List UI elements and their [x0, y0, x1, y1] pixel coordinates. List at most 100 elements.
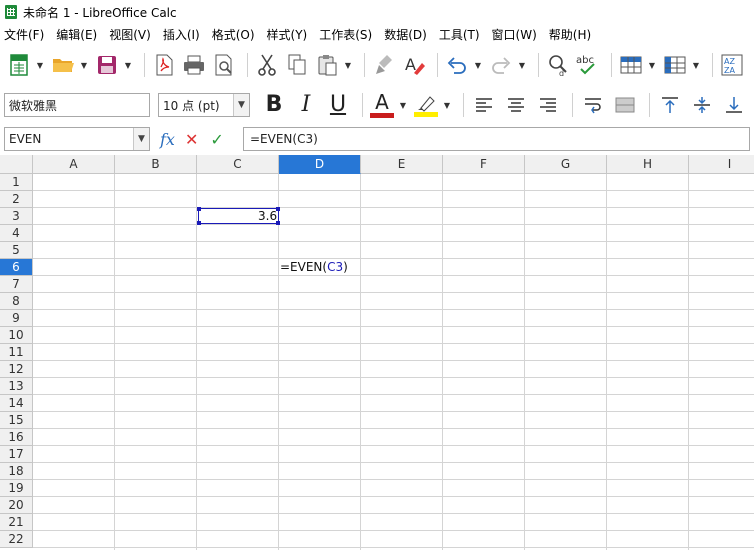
- clear-formatting-icon[interactable]: A: [401, 52, 427, 78]
- row-header-17[interactable]: 17: [0, 446, 33, 463]
- row-header-12[interactable]: 12: [0, 361, 33, 378]
- font-color-dropdown-arrow[interactable]: ▼: [399, 92, 407, 118]
- open-folder-icon[interactable]: [50, 52, 76, 78]
- row-header-10[interactable]: 10: [0, 327, 33, 344]
- font-color-button[interactable]: A: [369, 92, 395, 118]
- row-header-21[interactable]: 21: [0, 514, 33, 531]
- column-header-b[interactable]: B: [115, 155, 197, 174]
- row-header-15[interactable]: 15: [0, 412, 33, 429]
- column-icon[interactable]: [662, 52, 688, 78]
- row-header-11[interactable]: 11: [0, 344, 33, 361]
- column-header-e[interactable]: E: [361, 155, 443, 174]
- row-header-22[interactable]: 22: [0, 531, 33, 548]
- save-dropdown-arrow[interactable]: ▼: [124, 52, 132, 78]
- paste-dropdown-arrow[interactable]: ▼: [344, 52, 352, 78]
- row-header-6[interactable]: 6: [0, 259, 33, 276]
- redo-icon[interactable]: [488, 52, 514, 78]
- column-header-h[interactable]: H: [607, 155, 689, 174]
- spellcheck-icon[interactable]: abc: [575, 52, 601, 78]
- highlight-button[interactable]: [413, 92, 439, 118]
- reference-handle[interactable]: [197, 207, 201, 211]
- export-pdf-icon[interactable]: [151, 52, 177, 78]
- cut-icon[interactable]: [254, 52, 280, 78]
- italic-button[interactable]: I: [292, 92, 320, 118]
- column-header-g[interactable]: G: [525, 155, 607, 174]
- row-header-7[interactable]: 7: [0, 276, 33, 293]
- new-spreadsheet-icon[interactable]: [6, 52, 32, 78]
- column-header-d[interactable]: D: [279, 155, 361, 174]
- row-header-20[interactable]: 20: [0, 497, 33, 514]
- row-header-19[interactable]: 19: [0, 480, 33, 497]
- cell-d6-editor[interactable]: =EVEN(C3): [279, 259, 348, 275]
- menu-data[interactable]: 数据(D): [384, 26, 427, 43]
- menu-view[interactable]: 视图(V): [109, 26, 151, 43]
- align-right-button[interactable]: [534, 92, 562, 118]
- row-header-5[interactable]: 5: [0, 242, 33, 259]
- row-header-4[interactable]: 4: [0, 225, 33, 242]
- align-bottom-button[interactable]: [720, 92, 748, 118]
- paste-icon[interactable]: [314, 52, 340, 78]
- row-icon[interactable]: [618, 52, 644, 78]
- row-header-18[interactable]: 18: [0, 463, 33, 480]
- find-replace-icon[interactable]: d: [545, 52, 571, 78]
- print-preview-icon[interactable]: [211, 52, 237, 78]
- center-vertically-button[interactable]: [688, 92, 716, 118]
- menu-format[interactable]: 格式(O): [212, 26, 255, 43]
- menu-edit[interactable]: 编辑(E): [56, 26, 97, 43]
- column-header-a[interactable]: A: [33, 155, 115, 174]
- name-box[interactable]: EVEN ▼: [4, 127, 150, 151]
- row-header-14[interactable]: 14: [0, 395, 33, 412]
- standard-toolbar: ▼ ▼ ▼ ▼ A ▼ ▼ d abc ▼ ▼ AZ ZA: [0, 46, 754, 84]
- column-dropdown-arrow[interactable]: ▼: [692, 52, 700, 78]
- row-header-8[interactable]: 8: [0, 293, 33, 310]
- menu-file[interactable]: 文件(F): [4, 26, 44, 43]
- align-center-button[interactable]: [502, 92, 530, 118]
- bold-button[interactable]: B: [260, 92, 288, 118]
- row-header-16[interactable]: 16: [0, 429, 33, 446]
- name-box-dropdown-arrow[interactable]: ▼: [133, 128, 149, 150]
- save-icon[interactable]: [94, 52, 120, 78]
- open-dropdown-arrow[interactable]: ▼: [80, 52, 88, 78]
- wrap-text-button[interactable]: [579, 92, 607, 118]
- row-header-9[interactable]: 9: [0, 310, 33, 327]
- row-dropdown-arrow[interactable]: ▼: [648, 52, 656, 78]
- cell-area[interactable]: [33, 174, 754, 550]
- menu-window[interactable]: 窗口(W): [492, 26, 537, 43]
- print-icon[interactable]: [181, 52, 207, 78]
- row-header-1[interactable]: 1: [0, 174, 33, 191]
- menu-tools[interactable]: 工具(T): [439, 26, 480, 43]
- clone-formatting-icon[interactable]: [371, 52, 397, 78]
- align-left-button[interactable]: [470, 92, 498, 118]
- function-wizard-icon[interactable]: fx: [160, 130, 175, 149]
- merge-cells-button[interactable]: [611, 92, 639, 118]
- row-header-2[interactable]: 2: [0, 191, 33, 208]
- highlight-dropdown-arrow[interactable]: ▼: [443, 92, 451, 118]
- row-header-13[interactable]: 13: [0, 378, 33, 395]
- formula-input[interactable]: =EVEN(C3): [243, 127, 750, 151]
- font-name-combo[interactable]: 微软雅黑: [4, 93, 150, 117]
- copy-icon[interactable]: [284, 52, 310, 78]
- menu-sheet[interactable]: 工作表(S): [319, 26, 372, 43]
- select-all-corner[interactable]: [0, 155, 33, 174]
- column-header-c[interactable]: C: [197, 155, 279, 174]
- row-header-3[interactable]: 3: [0, 208, 33, 225]
- undo-dropdown-arrow[interactable]: ▼: [474, 52, 482, 78]
- cancel-icon[interactable]: ✕: [185, 130, 198, 149]
- redo-dropdown-arrow[interactable]: ▼: [518, 52, 526, 78]
- accept-icon[interactable]: ✓: [210, 130, 223, 149]
- column-header-f[interactable]: F: [443, 155, 525, 174]
- font-size-combo[interactable]: 10 点 (pt) ▼: [158, 93, 250, 117]
- font-size-dropdown-arrow[interactable]: ▼: [233, 94, 249, 116]
- menu-help[interactable]: 帮助(H): [549, 26, 591, 43]
- column-header-i[interactable]: I: [689, 155, 754, 174]
- align-top-button[interactable]: [656, 92, 684, 118]
- spreadsheet-grid: ABCDEFGHI 1 2 3 4 5 6 7 8 9 10 11 12 13 14 15 16 17 18 19 2…: [0, 155, 754, 550]
- reference-handle[interactable]: [197, 221, 201, 225]
- menu-styles[interactable]: 样式(Y): [267, 26, 308, 43]
- new-dropdown-arrow[interactable]: ▼: [36, 52, 44, 78]
- menu-insert[interactable]: 插入(I): [163, 26, 200, 43]
- sort-icon[interactable]: AZ ZA: [719, 52, 745, 78]
- cell-c3-value[interactable]: 3.6: [258, 208, 277, 224]
- undo-icon[interactable]: [444, 52, 470, 78]
- underline-button[interactable]: U: [324, 92, 352, 118]
